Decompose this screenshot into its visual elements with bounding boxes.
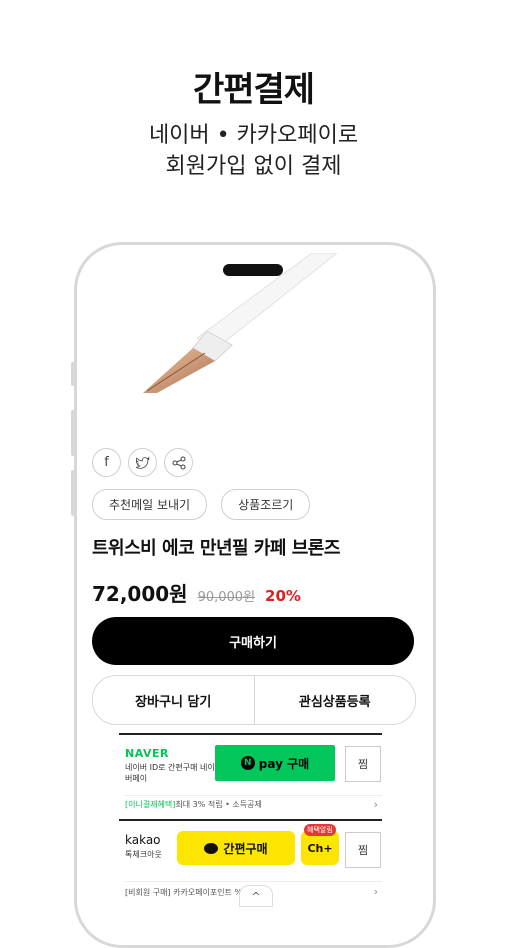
kakao-description: 톡체크아웃 <box>125 850 162 859</box>
subtitle-line-1: 네이버 • 카카오페이로 <box>148 123 359 148</box>
kakao-jjim-button[interactable]: 찜 <box>345 832 381 868</box>
facebook-icon[interactable]: f <box>92 448 121 477</box>
kakao-buy-label: 간편구매 <box>223 841 268 856</box>
share-buttons: f <box>92 448 193 477</box>
speech-bubble-icon <box>204 842 219 854</box>
buy-button[interactable]: 구매하기 <box>92 617 414 665</box>
cart-wishlist-group: 장바구니 담기 관심상품등록 <box>92 675 416 725</box>
secondary-actions: 추천메일 보내기 상품조르기 <box>92 489 311 520</box>
original-price: 90,000원 <box>197 590 256 605</box>
page-headline: 간편결제 <box>192 70 315 110</box>
naver-pay-label: pay 구매 <box>258 756 310 771</box>
price-row: 72,000원 90,000원 20% <box>92 578 301 607</box>
kakao-logo: kakao <box>125 833 161 847</box>
product-image <box>143 253 337 393</box>
naver-pay-section: NAVER 네이버 ID로 간편구매 네이버페이 N pay 구매 찜 [이니결… <box>119 733 382 817</box>
twitter-icon[interactable] <box>128 448 157 477</box>
naver-n-icon: N <box>240 756 255 770</box>
subtitle-line-2: 회원가입 없이 결제 <box>165 154 342 179</box>
benefit-text: 최대 3% 적립 • 소득공제 <box>175 800 262 809</box>
phone-notch <box>223 264 283 276</box>
scroll-top-button[interactable]: ^ <box>239 885 273 907</box>
kakao-channel-add-button[interactable]: Ch+ <box>301 831 339 865</box>
page-subtitle: 네이버 • 카카오페이로 회원가입 없이 결제 <box>0 120 507 182</box>
sale-price: 72,000원 <box>92 582 188 606</box>
naver-pay-description: 네이버 ID로 간편구매 네이버페이 <box>125 763 215 783</box>
benefit-tag: [이니결제혜택] <box>125 800 176 809</box>
naver-jjim-button[interactable]: 찜 <box>345 746 381 782</box>
naver-pay-buy-button[interactable]: N pay 구매 <box>215 745 335 781</box>
kakao-benefit-badge: 혜택알림 <box>304 824 336 836</box>
share-icon[interactable] <box>164 448 193 477</box>
discount-rate: 20% <box>265 587 301 605</box>
wishlist-button[interactable]: 관심상품등록 <box>255 676 416 724</box>
phone-frame: f 추천메일 보내기 상품조르기 트위스비 에코 만년필 카페 브론즈 72,0… <box>74 242 436 948</box>
kakao-buy-button[interactable]: 간편구매 <box>177 831 295 865</box>
chevron-right-icon: › <box>373 885 378 898</box>
phone-screen: f 추천메일 보내기 상품조르기 트위스비 에코 만년필 카페 브론즈 72,0… <box>77 245 433 945</box>
product-inquiry-button[interactable]: 상품조르기 <box>221 489 311 520</box>
naver-pay-benefit[interactable]: [이니결제혜택]최대 3% 적립 • 소득공제 › <box>125 795 382 815</box>
chevron-right-icon: › <box>373 798 378 811</box>
add-to-cart-button[interactable]: 장바구니 담기 <box>93 676 254 724</box>
product-title: 트위스비 에코 만년필 카페 브론즈 <box>92 538 340 559</box>
recommend-email-button[interactable]: 추천메일 보내기 <box>92 489 208 520</box>
naver-logo: NAVER <box>125 747 169 760</box>
